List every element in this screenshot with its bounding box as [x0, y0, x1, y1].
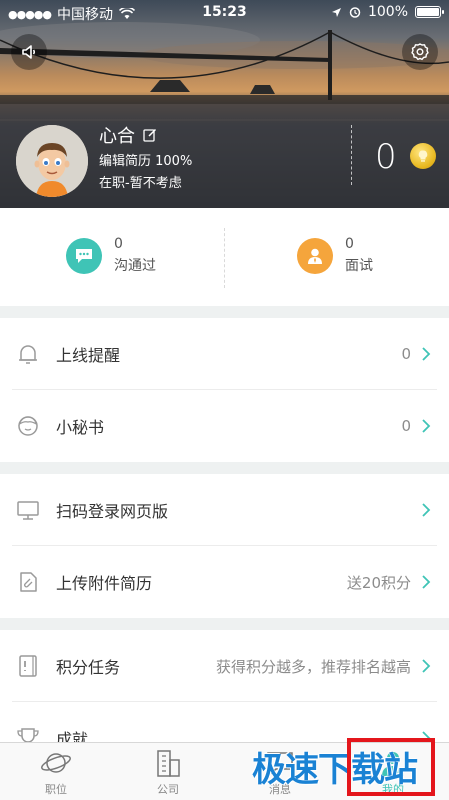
- stat-label: 面试: [345, 258, 373, 274]
- secretary-icon: [15, 413, 41, 439]
- stat-count: 0: [345, 236, 354, 252]
- menu-item-label: 上传附件简历: [56, 574, 153, 593]
- header-divider: [351, 125, 352, 185]
- menu-item-online-reminder[interactable]: 上线提醒 0: [0, 318, 449, 390]
- tab-company[interactable]: 公司: [112, 747, 224, 797]
- planet-icon: [0, 747, 112, 779]
- chevron-right-icon: [421, 347, 435, 361]
- gear-icon: [411, 43, 429, 61]
- announcement-button[interactable]: [11, 34, 47, 70]
- stats-section: 0 沟通过 0 面试: [0, 208, 449, 306]
- monitor-icon: [15, 497, 41, 523]
- profile-header: ●●●●● 中国移动 15:23 100% 心合 编辑简历 100% 在职-暂不…: [0, 0, 449, 208]
- stat-interview[interactable]: 0 面试: [297, 236, 373, 275]
- stat-label: 沟通过: [114, 258, 156, 274]
- menu-item-scan-login-web[interactable]: 扫码登录网页版: [0, 474, 449, 546]
- chevron-right-icon: [421, 503, 435, 517]
- tab-label: 公司: [157, 783, 179, 796]
- alarm-icon: [349, 7, 361, 18]
- menu-item-label: 上线提醒: [56, 346, 121, 365]
- resume-completion[interactable]: 编辑简历 100%: [99, 150, 192, 169]
- avatar[interactable]: [16, 125, 88, 197]
- job-status[interactable]: 在职-暂不考虑: [99, 172, 182, 191]
- menu-item-points-task[interactable]: 积分任务 获得积分越多，推荐排名越高: [0, 630, 449, 702]
- chevron-right-icon: [421, 659, 435, 673]
- coin-icon[interactable]: [410, 143, 436, 169]
- user-name: 心合: [99, 126, 135, 147]
- settings-button[interactable]: [402, 34, 438, 70]
- menu-item-value: 0: [401, 417, 411, 435]
- tab-jobs[interactable]: 职位: [0, 747, 112, 797]
- menu-item-secretary[interactable]: 小秘书 0: [0, 390, 449, 462]
- menu-item-value: 0: [401, 345, 411, 363]
- stats-divider: [224, 228, 225, 288]
- stat-count: 0: [114, 236, 123, 252]
- building-icon: [112, 747, 224, 779]
- section-gap: [0, 618, 449, 630]
- menu-item-value: 获得积分越多，推荐排名越高: [215, 657, 411, 676]
- points-count[interactable]: 0: [375, 137, 397, 177]
- edit-icon[interactable]: [143, 128, 157, 142]
- highlight-box: [347, 738, 435, 796]
- section-gap: [0, 462, 449, 474]
- chat-bubble-icon: [66, 237, 102, 274]
- battery-icon: [415, 6, 444, 18]
- bell-icon: [15, 341, 41, 367]
- status-bar: ●●●●● 中国移动 15:23 100%: [0, 0, 449, 26]
- menu-item-label: 积分任务: [56, 658, 121, 677]
- chevron-right-icon: [421, 419, 435, 433]
- speaker-icon: [22, 45, 36, 59]
- attachment-icon: [15, 569, 41, 595]
- battery-percent: 100%: [367, 4, 408, 20]
- menu-item-label: 小秘书: [56, 418, 105, 437]
- avatar-cartoon-image: [16, 125, 88, 197]
- location-arrow-icon: [331, 7, 341, 17]
- chevron-right-icon: [421, 575, 435, 589]
- task-icon: [15, 653, 41, 679]
- menu-item-upload-resume[interactable]: 上传附件简历 送20积分: [0, 546, 449, 618]
- section-gap: [0, 306, 449, 318]
- interviewer-icon: [297, 237, 333, 274]
- menu-item-label: 扫码登录网页版: [56, 502, 169, 521]
- profile-name-row[interactable]: 心合: [99, 122, 157, 148]
- menu-item-value: 送20积分: [346, 573, 411, 592]
- tab-label: 职位: [45, 783, 67, 796]
- lightbulb-icon: [418, 150, 428, 162]
- stat-communicated[interactable]: 0 沟通过: [66, 236, 156, 275]
